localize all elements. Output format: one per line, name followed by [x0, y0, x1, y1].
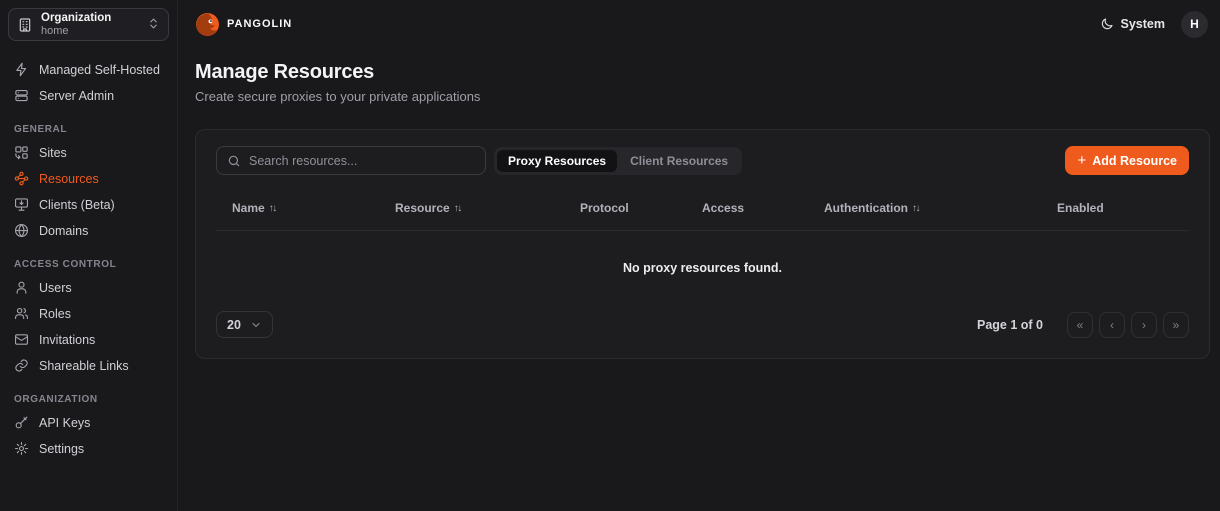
sidebar-item-label: Roles	[39, 307, 71, 321]
tab-client-resources[interactable]: Client Resources	[619, 150, 739, 172]
pagination-controls: Page 1 of 0 « ‹ › »	[977, 312, 1189, 338]
chevrons-up-down-icon	[147, 17, 160, 33]
users-icon	[14, 306, 29, 321]
waypoints-icon	[14, 171, 29, 186]
sidebar-section-organization: ORGANIZATION	[14, 394, 163, 405]
sidebar-item-label: Invitations	[39, 333, 95, 347]
building-icon	[17, 17, 33, 33]
empty-state-message: No proxy resources found.	[216, 231, 1189, 311]
mail-icon	[14, 332, 29, 347]
column-header-enabled: Enabled	[1057, 201, 1173, 215]
column-header-access: Access	[702, 201, 824, 215]
page-size-select[interactable]: 20	[216, 311, 273, 338]
first-page-button[interactable]: «	[1067, 312, 1093, 338]
page-size-value: 20	[227, 318, 241, 332]
key-icon	[14, 415, 29, 430]
add-resource-label: Add Resource	[1092, 154, 1177, 168]
next-page-button[interactable]: ›	[1131, 312, 1157, 338]
last-page-button[interactable]: »	[1163, 312, 1189, 338]
sidebar-item-label: Shareable Links	[39, 359, 129, 373]
sidebar-item-label: Users	[39, 281, 72, 295]
tab-proxy-resources[interactable]: Proxy Resources	[497, 150, 617, 172]
sidebar-item-label: API Keys	[39, 416, 90, 430]
sidebar-item-server-admin[interactable]: Server Admin	[8, 83, 169, 108]
sidebar-item-label: Clients (Beta)	[39, 198, 115, 212]
sidebar-item-users[interactable]: Users	[8, 275, 169, 300]
previous-page-button[interactable]: ‹	[1099, 312, 1125, 338]
search-box	[216, 146, 486, 175]
sort-icon: ↑↓	[269, 203, 276, 214]
table-header-row: Name ↑↓ Resource ↑↓ Protocol Access Auth…	[216, 175, 1189, 231]
organization-title: Organization	[41, 12, 139, 25]
zap-icon	[14, 62, 29, 77]
page-title: Manage Resources	[195, 61, 1200, 84]
sidebar-item-managed-self-hosted[interactable]: Managed Self-Hosted	[8, 57, 169, 82]
resource-type-tabs: Proxy Resources Client Resources	[494, 147, 742, 175]
sidebar-item-label: Managed Self-Hosted	[39, 63, 160, 77]
sidebar-section-general: GENERAL	[14, 124, 163, 135]
sidebar-item-label: Settings	[39, 442, 84, 456]
link-icon	[14, 358, 29, 373]
server-icon	[14, 88, 29, 103]
sidebar-top-group: Managed Self-Hosted Server Admin	[8, 57, 169, 108]
sidebar-item-shareable-links[interactable]: Shareable Links	[8, 353, 169, 378]
theme-label: System	[1121, 17, 1165, 31]
column-header-resource[interactable]: Resource ↑↓	[395, 201, 580, 215]
sidebar-item-label: Resources	[39, 172, 99, 186]
sidebar-item-label: Sites	[39, 146, 67, 160]
sort-icon: ↑↓	[454, 203, 461, 214]
sidebar-item-settings[interactable]: Settings	[8, 436, 169, 461]
gear-icon	[14, 441, 29, 456]
column-header-name[interactable]: Name ↑↓	[232, 201, 395, 215]
pangolin-logo-icon	[195, 12, 220, 37]
organization-text: Organization home	[41, 12, 139, 38]
sidebar-item-label: Server Admin	[39, 89, 114, 103]
column-header-authentication[interactable]: Authentication ↑↓	[824, 201, 1057, 215]
top-bar: PANGOLIN System H	[178, 0, 1220, 48]
moon-icon	[1100, 17, 1114, 31]
resources-card: Proxy Resources Client Resources + Add R…	[195, 129, 1210, 359]
main-content: PANGOLIN System H Manage Resources Creat…	[178, 0, 1220, 511]
column-header-protocol: Protocol	[580, 201, 702, 215]
page-header: Manage Resources Create secure proxies t…	[178, 48, 1220, 104]
sidebar: Organization home Managed Self-Hosted Se…	[0, 0, 178, 511]
theme-toggle[interactable]: System	[1100, 17, 1165, 31]
user-avatar[interactable]: H	[1181, 11, 1208, 38]
search-input[interactable]	[249, 154, 475, 168]
sidebar-item-clients[interactable]: Clients (Beta)	[8, 192, 169, 217]
brand-name: PANGOLIN	[227, 18, 292, 30]
page-subtitle: Create secure proxies to your private ap…	[195, 89, 1200, 104]
sidebar-item-roles[interactable]: Roles	[8, 301, 169, 326]
top-right-group: System H	[1100, 11, 1208, 38]
user-icon	[14, 280, 29, 295]
monitor-icon	[14, 197, 29, 212]
organization-selector[interactable]: Organization home	[8, 8, 169, 41]
page-status: Page 1 of 0	[977, 318, 1043, 332]
brand[interactable]: PANGOLIN	[195, 12, 292, 37]
table-footer: 20 Page 1 of 0 « ‹ › »	[216, 311, 1189, 338]
sidebar-item-domains[interactable]: Domains	[8, 218, 169, 243]
sidebar-item-invitations[interactable]: Invitations	[8, 327, 169, 352]
search-icon	[227, 154, 241, 168]
sidebar-item-sites[interactable]: Sites	[8, 140, 169, 165]
add-resource-button[interactable]: + Add Resource	[1065, 146, 1189, 175]
sidebar-item-resources[interactable]: Resources	[8, 166, 169, 191]
combine-icon	[14, 145, 29, 160]
chevron-down-icon	[250, 319, 262, 331]
resources-toolbar: Proxy Resources Client Resources + Add R…	[216, 146, 1189, 175]
globe-icon	[14, 223, 29, 238]
app-window: Organization home Managed Self-Hosted Se…	[0, 0, 1220, 511]
sidebar-item-api-keys[interactable]: API Keys	[8, 410, 169, 435]
sidebar-item-label: Domains	[39, 224, 88, 238]
plus-icon: +	[1077, 153, 1086, 168]
sort-icon: ↑↓	[912, 203, 919, 214]
sidebar-section-access-control: ACCESS CONTROL	[14, 259, 163, 270]
organization-name: home	[41, 25, 139, 38]
